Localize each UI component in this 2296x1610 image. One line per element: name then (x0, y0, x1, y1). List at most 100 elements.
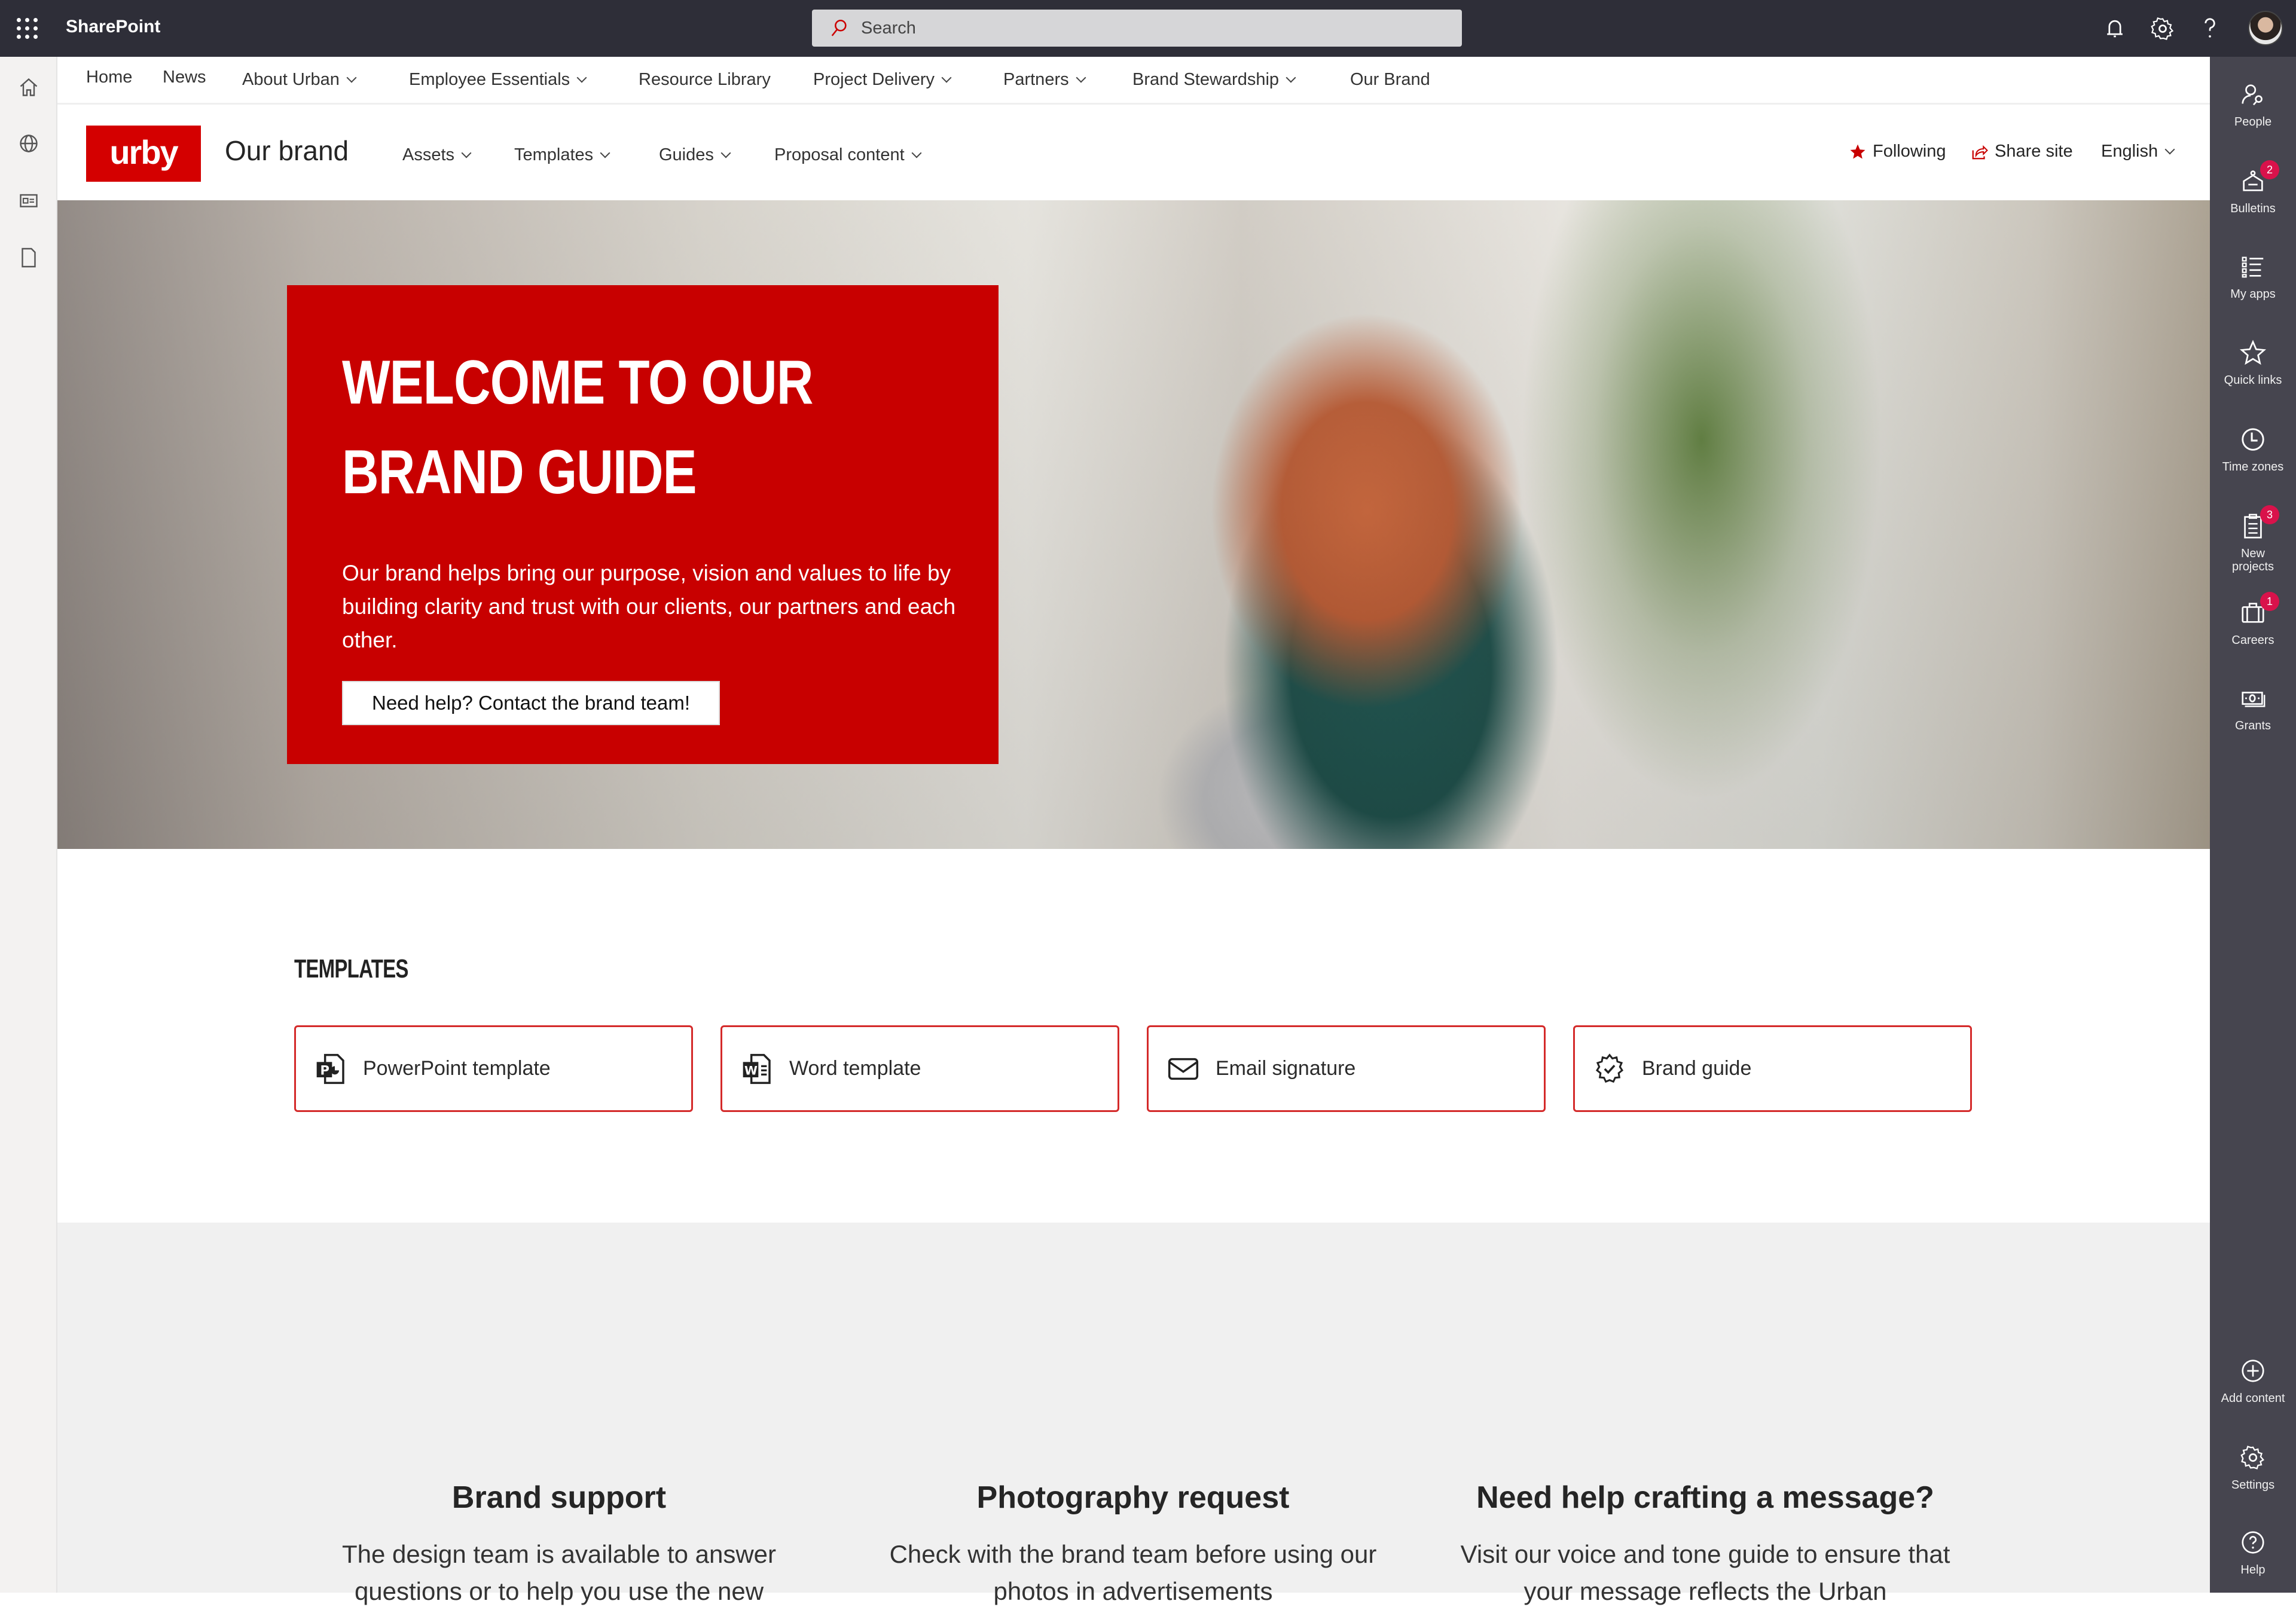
site-header: urby Our brand Assets Templates Guides P… (57, 105, 2210, 200)
suite-bar: SharePoint (0, 0, 2296, 57)
home-icon[interactable] (18, 77, 39, 98)
news-icon[interactable] (18, 190, 39, 211)
app-name[interactable]: SharePoint (66, 17, 160, 37)
chevron-down-icon (1076, 72, 1086, 83)
site-title[interactable]: Our brand (225, 135, 349, 167)
rail-item-settings[interactable]: Settings (2210, 1444, 2296, 1492)
search-icon (831, 19, 847, 36)
info-body: Check with the brand team before using o… (889, 1540, 1377, 1605)
rail-item-quick-links[interactable]: Quick links (2210, 339, 2296, 387)
site-nav-label: Templates (514, 145, 594, 164)
gear-icon (2240, 1446, 2265, 1470)
hub-nav-our-brand[interactable]: Our Brand (1350, 70, 1430, 90)
hero-card: WELCOME TO OUR BRAND GUIDE Our brand hel… (287, 285, 999, 764)
hub-nav-label: Employee Essentials (409, 70, 570, 89)
clock-icon (2242, 428, 2264, 451)
chevron-down-icon (346, 72, 357, 83)
rail-item-time-zones[interactable]: Time zones (2210, 426, 2296, 473)
plus-circle-icon (2242, 1360, 2264, 1382)
rail-label: New projects (2231, 547, 2274, 573)
apps-list-icon (2242, 256, 2264, 278)
site-nav-label: Assets (402, 145, 455, 164)
site-logo[interactable]: urby (86, 126, 201, 182)
site-nav-assets[interactable]: Assets (402, 145, 472, 165)
site-nav-proposal-content[interactable]: Proposal content (774, 145, 922, 165)
right-rail: People 2 Bulletins My apps Quick links T… (2210, 57, 2296, 1593)
chevron-down-icon (461, 148, 472, 158)
rail-item-people[interactable]: People (2210, 81, 2296, 129)
contact-brand-team-button[interactable]: Need help? Contact the brand team! (342, 681, 720, 725)
info-heading: Photography request (976, 1480, 1290, 1515)
following-button[interactable]: Following (1849, 142, 1946, 161)
hub-nav-about-urban[interactable]: About Urban (242, 70, 357, 90)
hub-nav-project-delivery[interactable]: Project Delivery (813, 70, 952, 90)
rail-item-grants[interactable]: Grants (2210, 685, 2296, 732)
chevron-down-icon (720, 148, 731, 158)
share-site-button[interactable]: Share site (1971, 142, 2073, 161)
rail-item-help[interactable]: Help (2210, 1529, 2296, 1577)
rail-label: My apps (2230, 288, 2276, 301)
rail-label: Add content (2221, 1392, 2285, 1405)
language-selector[interactable]: English (2101, 142, 2175, 161)
badge-check-icon (1595, 1053, 1624, 1083)
rail-label: Time zones (2222, 460, 2284, 473)
globe-icon[interactable] (18, 133, 39, 154)
template-card-label: Email signature (1216, 1057, 1356, 1080)
hub-nav-label: Our Brand (1350, 70, 1430, 89)
rail-label: Settings (2231, 1478, 2275, 1492)
template-card-label: Word template (789, 1057, 921, 1080)
star-filled-icon (1850, 144, 1866, 158)
site-nav-guides[interactable]: Guides (659, 145, 731, 165)
chevron-down-icon (600, 148, 610, 158)
rail-item-add-content[interactable]: Add content (2210, 1357, 2296, 1405)
waffle-icon[interactable] (17, 18, 38, 39)
document-icon[interactable] (18, 247, 39, 268)
hub-nav-news[interactable]: News (163, 68, 206, 87)
info-heading: Brand support (451, 1480, 667, 1515)
gear-icon[interactable] (2150, 16, 2176, 42)
hub-nav-employee-essentials[interactable]: Employee Essentials (409, 70, 587, 90)
hub-nav-partners[interactable]: Partners (1003, 70, 1086, 90)
hero-banner: WELCOME TO OUR BRAND GUIDE Our brand hel… (57, 200, 2210, 849)
hub-navigation: Home News About Urban Employee Essential… (57, 57, 2210, 105)
info-column-photography: Photography request Check with the brand… (864, 1480, 1402, 1610)
info-column-messaging: Need help crafting a message? Visit our … (1436, 1480, 1974, 1610)
template-card-email-signature[interactable]: Email signature (1147, 1025, 1546, 1112)
hub-nav-brand-stewardship[interactable]: Brand Stewardship (1132, 70, 1296, 90)
site-nav-templates[interactable]: Templates (514, 145, 610, 165)
template-card-brand-guide[interactable]: Brand guide (1573, 1025, 1972, 1112)
notification-badge: 3 (2260, 505, 2279, 524)
help-icon[interactable] (2197, 16, 2223, 42)
rail-label: Grants (2234, 719, 2271, 732)
site-nav-label: Guides (659, 145, 714, 164)
bell-icon[interactable] (2102, 16, 2128, 42)
template-card-powerpoint[interactable]: P PowerPoint template (294, 1025, 693, 1112)
hub-nav-label: Partners (1003, 70, 1069, 89)
rail-item-new-projects[interactable]: 3 New projects (2210, 505, 2296, 573)
info-column-brand-support: Brand support The design team is availab… (290, 1480, 828, 1610)
avatar[interactable] (2248, 11, 2283, 45)
search-box[interactable] (812, 10, 1462, 47)
rail-item-bulletins[interactable]: 2 Bulletins (2210, 160, 2296, 215)
rail-item-my-apps[interactable]: My apps (2210, 253, 2296, 301)
mail-icon (1168, 1058, 1199, 1080)
hub-nav-home[interactable]: Home (86, 68, 132, 87)
money-icon (2242, 692, 2266, 707)
search-input[interactable] (861, 18, 1399, 38)
hero-title: WELCOME TO OUR BRAND GUIDE (342, 348, 813, 507)
hub-nav-label: Home (86, 68, 133, 87)
word-icon: W (743, 1053, 771, 1084)
powerpoint-icon: P (316, 1053, 344, 1084)
rail-label: People (2234, 115, 2272, 129)
share-label: Share site (1995, 142, 2073, 161)
chevron-down-icon (576, 72, 587, 83)
rail-label: Help (2240, 1563, 2266, 1577)
hub-nav-resource-library[interactable]: Resource Library (639, 70, 771, 90)
template-card-word[interactable]: W Word template (720, 1025, 1119, 1112)
hub-nav-label: Project Delivery (813, 70, 935, 89)
rail-item-careers[interactable]: 1 Careers (2210, 592, 2296, 647)
hub-nav-label: News (163, 68, 206, 87)
share-icon (1972, 145, 1988, 159)
people-icon (2242, 84, 2263, 106)
rail-label: Quick links (2224, 374, 2282, 387)
